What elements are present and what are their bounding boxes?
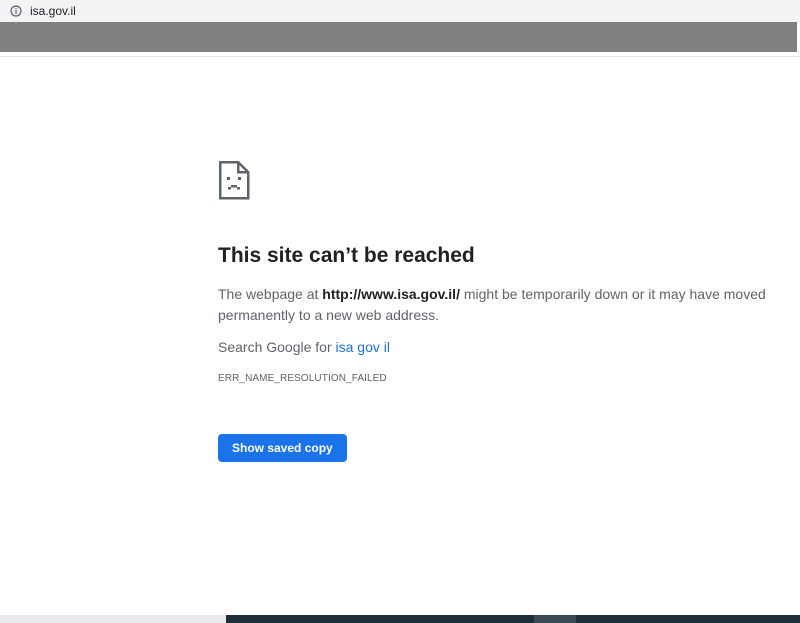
- description-url: http://www.isa.gov.il/: [322, 286, 460, 302]
- page-title: This site can’t be reached: [218, 244, 475, 267]
- taskbar-item[interactable]: [534, 615, 576, 623]
- address-bar[interactable]: isa.gov.il: [0, 0, 800, 22]
- address-url[interactable]: isa.gov.il: [30, 4, 76, 18]
- info-icon[interactable]: [10, 5, 22, 17]
- show-saved-copy-button[interactable]: Show saved copy: [218, 434, 347, 462]
- taskbar: [226, 615, 800, 623]
- error-code: ERR_NAME_RESOLUTION_FAILED: [218, 373, 387, 384]
- toolbar-divider: [0, 52, 800, 57]
- search-prefix: Search Google for: [218, 339, 336, 355]
- error-content: This site can’t be reached The webpage a…: [218, 160, 778, 462]
- search-google-link[interactable]: isa gov il: [336, 339, 390, 355]
- description-prefix: The webpage at: [218, 286, 323, 302]
- taskbar-left: [0, 615, 226, 623]
- sad-page-icon: [218, 160, 250, 200]
- bookmarks-bar: [0, 22, 797, 52]
- error-description: The webpage at http://www.isa.gov.il/ mi…: [218, 284, 778, 326]
- search-suggestion: Search Google for isa gov il: [218, 339, 778, 355]
